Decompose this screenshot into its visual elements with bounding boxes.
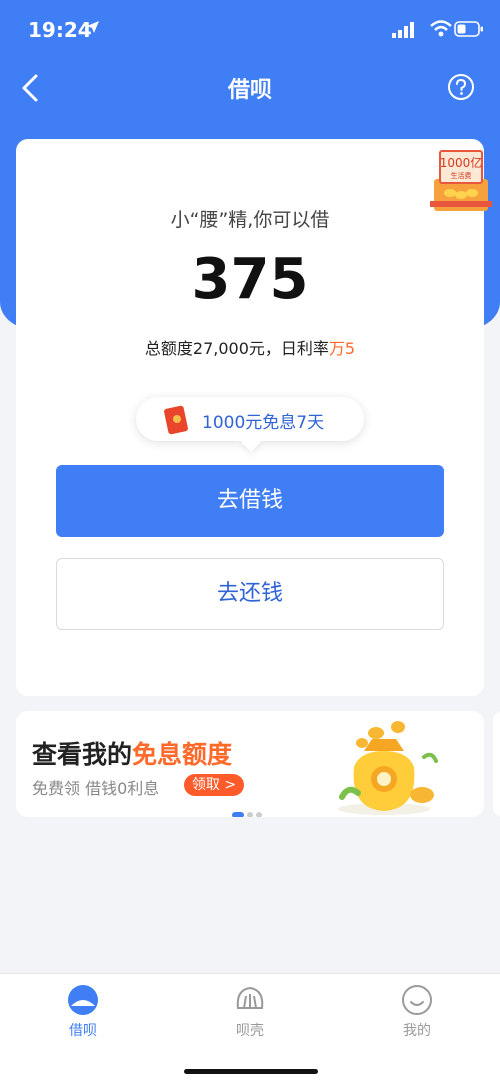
tab-mine[interactable]: 我的 — [367, 984, 467, 1040]
carousel-dot-active — [232, 812, 244, 817]
tab-bar: 借呗 呗壳 我的 — [0, 973, 500, 1084]
tab-label: 借呗 — [69, 1023, 97, 1039]
help-circle-icon — [448, 74, 474, 100]
beike-icon — [236, 986, 264, 1009]
jiebei-icon — [68, 985, 98, 1015]
home-indicator — [184, 1069, 318, 1074]
banner-title: 查看我的免息额度 — [32, 735, 232, 771]
next-banner-peek[interactable] — [493, 711, 500, 817]
tab-label: 我的 — [403, 1023, 431, 1039]
borrow-button[interactable]: 去借钱 — [56, 465, 444, 537]
greeting-text: 小“腰”精,你可以借 — [170, 209, 330, 231]
carousel-dots — [232, 803, 265, 817]
banner-title-highlight: 免息额度 — [132, 740, 233, 769]
carousel-dot — [256, 812, 262, 817]
gift-badge-amount: 1000亿 — [440, 155, 483, 170]
smiley-icon — [402, 985, 432, 1015]
banner-subtitle: 免费领 借钱0利息 — [32, 779, 160, 798]
limit-text: 总额度27,000元，日利率 — [144, 339, 329, 358]
help-button[interactable] — [446, 72, 476, 102]
limit-rate-line: 总额度27,000元，日利率万5 — [16, 335, 484, 359]
gift-badge-caption: 生活费 — [451, 171, 472, 180]
battery-icon — [454, 21, 483, 37]
nav-bar: 借呗 — [0, 60, 500, 116]
interest-free-promo[interactable]: 1000元免息7天 — [136, 397, 364, 441]
interest-free-banner[interactable]: 查看我的免息额度 免费领 借钱0利息 领取 > — [16, 711, 484, 817]
wifi-icon — [430, 20, 452, 37]
carousel-dot — [247, 812, 253, 817]
location-arrow-icon — [87, 21, 99, 33]
tab-jiebei[interactable]: 借呗 — [33, 984, 133, 1040]
banner-title-prefix: 查看我的 — [32, 740, 133, 769]
tab-label: 呗壳 — [236, 1023, 264, 1039]
status-bar: 19:24 — [0, 0, 500, 60]
promo-text: 1000元免息7天 — [202, 413, 325, 433]
claim-button[interactable]: 领取 > — [184, 774, 244, 796]
tab-beike[interactable]: 呗壳 — [200, 984, 300, 1040]
signal-icon — [392, 22, 414, 38]
red-envelope-icon — [164, 405, 188, 435]
status-time: 19:24 — [28, 18, 92, 42]
repay-button[interactable]: 去还钱 — [56, 558, 444, 630]
available-amount: 375 — [191, 247, 309, 312]
money-bag-icon — [338, 721, 438, 815]
daily-rate-value: 万5 — [328, 339, 356, 358]
page-title: 借呗 — [227, 78, 272, 103]
loan-card: 1000亿 生活费 小“腰”精,你可以借 375 总额度27,000元，日利率万… — [16, 139, 492, 696]
